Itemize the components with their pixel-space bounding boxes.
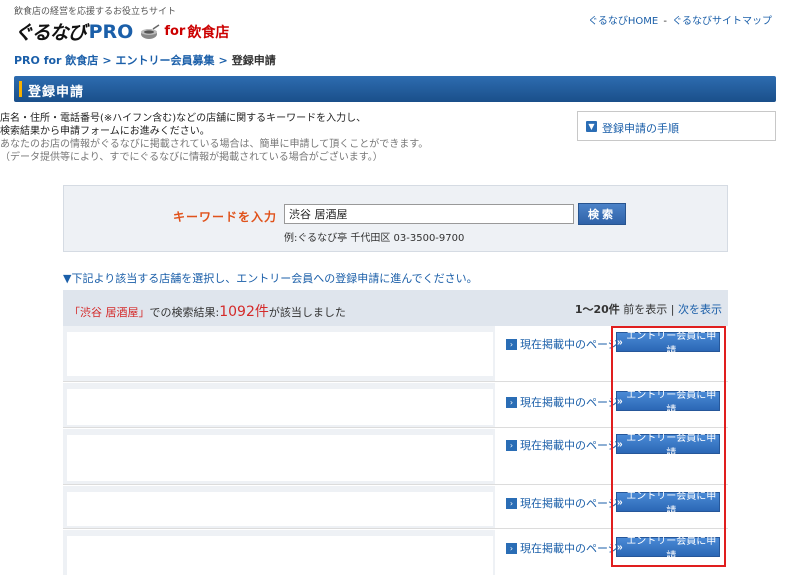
pager-range: 1〜20件 xyxy=(574,303,620,316)
arrow-right-icon: › xyxy=(506,542,517,554)
breadcrumb-entry-link[interactable]: エントリー会員募集 xyxy=(116,54,215,67)
search-button[interactable]: 検索 xyxy=(578,203,626,225)
header-link-separator: - xyxy=(663,16,667,27)
breadcrumb-arrow-icon: > xyxy=(102,54,112,67)
intro-line-4: （データ提供等により、すでにぐるなびに情報が掲載されている場合がございます。） xyxy=(0,152,383,163)
breadcrumb: PRO for 飲食店 > エントリー会員募集 > 登録申請 xyxy=(14,52,276,68)
search-panel: キーワードを入力 検索 例:ぐるなび亭 千代田区 03-3500-9700 xyxy=(63,185,728,252)
intro-line-2: 検索結果から申請フォームにお進みください。 xyxy=(0,126,210,137)
sitemap-link[interactable]: ぐるなびサイトマップ xyxy=(672,16,772,27)
view-current-page-label: 現在掲載中のページ xyxy=(520,439,619,452)
arrow-right-icon: › xyxy=(506,497,517,509)
site-header: 飲食店の経営を応援するお役立ちサイト ぐるなび PRO for 飲食店 ぐるなび… xyxy=(0,0,800,46)
keyword-search-input[interactable] xyxy=(284,204,574,224)
view-current-page-link[interactable]: › 現在掲載中のページ xyxy=(506,394,619,410)
site-logo[interactable]: ぐるなび PRO for 飲食店 xyxy=(14,18,229,45)
logo-gurunavi-text: ぐるなび xyxy=(14,22,87,44)
breadcrumb-current: 登録申請 xyxy=(231,54,276,67)
search-example-text: 例:ぐるなび亭 千代田区 03-3500-9700 xyxy=(284,233,465,244)
steps-box: ▼ 登録申請の手順 xyxy=(577,111,776,141)
registration-steps-link[interactable]: 登録申請の手順 xyxy=(602,120,679,136)
pager: 1〜20件 前を表示 | 次を表示 xyxy=(575,301,722,317)
search-label: キーワードを入力 xyxy=(173,210,278,224)
store-info-cell xyxy=(67,492,493,526)
view-current-page-link[interactable]: › 現在掲載中のページ xyxy=(506,495,619,511)
gurunavi-home-link[interactable]: ぐるなびHOME xyxy=(588,16,658,27)
view-current-page-label: 現在掲載中のページ xyxy=(520,497,619,510)
results-keyword: 「渋谷 居酒屋」 xyxy=(69,306,150,319)
results-summary-mid: での検索結果: xyxy=(149,306,220,319)
logo-pro-text: PRO xyxy=(88,20,134,43)
store-info-cell xyxy=(67,435,493,481)
arrow-right-icon: › xyxy=(506,338,517,350)
view-current-page-link[interactable]: › 現在掲載中のページ xyxy=(506,336,619,352)
logo-shop-text: 飲食店 xyxy=(187,24,230,41)
arrow-right-icon: › xyxy=(506,439,517,451)
pager-divider: | xyxy=(670,303,675,316)
view-current-page-label: 現在掲載中のページ xyxy=(520,338,619,351)
view-current-page-label: 現在掲載中のページ xyxy=(520,542,619,555)
intro-line-3: あなたのお店の情報がぐるなびに掲載されている場合は、簡単に申請して頂くことができ… xyxy=(0,139,429,150)
pager-next-link[interactable]: 次を表示 xyxy=(678,303,722,316)
view-current-page-link[interactable]: › 現在掲載中のページ xyxy=(506,540,619,556)
page-title-bar: 登録申請 xyxy=(14,76,776,102)
logo-for-text: for xyxy=(164,24,186,39)
breadcrumb-arrow-icon: > xyxy=(218,54,228,67)
results-summary-end: が該当しました xyxy=(268,306,346,319)
results-header: 「渋谷 居酒屋」での検索結果:1092件が該当しました 1〜20件 前を表示 |… xyxy=(63,290,728,326)
title-marker-icon xyxy=(19,81,22,97)
view-current-page-label: 現在掲載中のページ xyxy=(520,396,619,409)
view-current-page-link[interactable]: › 現在掲載中のページ xyxy=(506,437,619,453)
header-links: ぐるなびHOME - ぐるなびサイトマップ xyxy=(588,12,772,27)
chevron-down-icon: ▼ xyxy=(586,121,597,132)
store-info-cell xyxy=(67,536,493,575)
results-summary: 「渋谷 居酒屋」での検索結果:1092件が該当しました xyxy=(69,301,346,321)
arrow-right-icon: › xyxy=(506,396,517,408)
highlight-frame xyxy=(611,326,726,567)
pager-prev: 前を表示 xyxy=(623,303,668,316)
intro-line-1: 店名・住所・電話番号(※ハイフン含む)などの店舗に関するキーワードを入力し、 xyxy=(0,113,367,124)
store-info-cell xyxy=(67,389,493,425)
instruction-text: ▼下記より該当する店舗を選択し、エントリー会員への登録申請に進んでください。 xyxy=(63,272,478,285)
site-tagline: 飲食店の経営を応援するお役立ちサイト xyxy=(14,7,177,17)
results-count: 1092件 xyxy=(219,304,269,320)
pot-icon xyxy=(141,23,160,39)
store-info-cell xyxy=(67,332,493,376)
intro-text: 店名・住所・電話番号(※ハイフン含む)などの店舗に関するキーワードを入力し、 検… xyxy=(0,112,560,164)
page-title: 登録申請 xyxy=(28,85,85,100)
breadcrumb-pro-link[interactable]: PRO for 飲食店 xyxy=(14,54,98,67)
